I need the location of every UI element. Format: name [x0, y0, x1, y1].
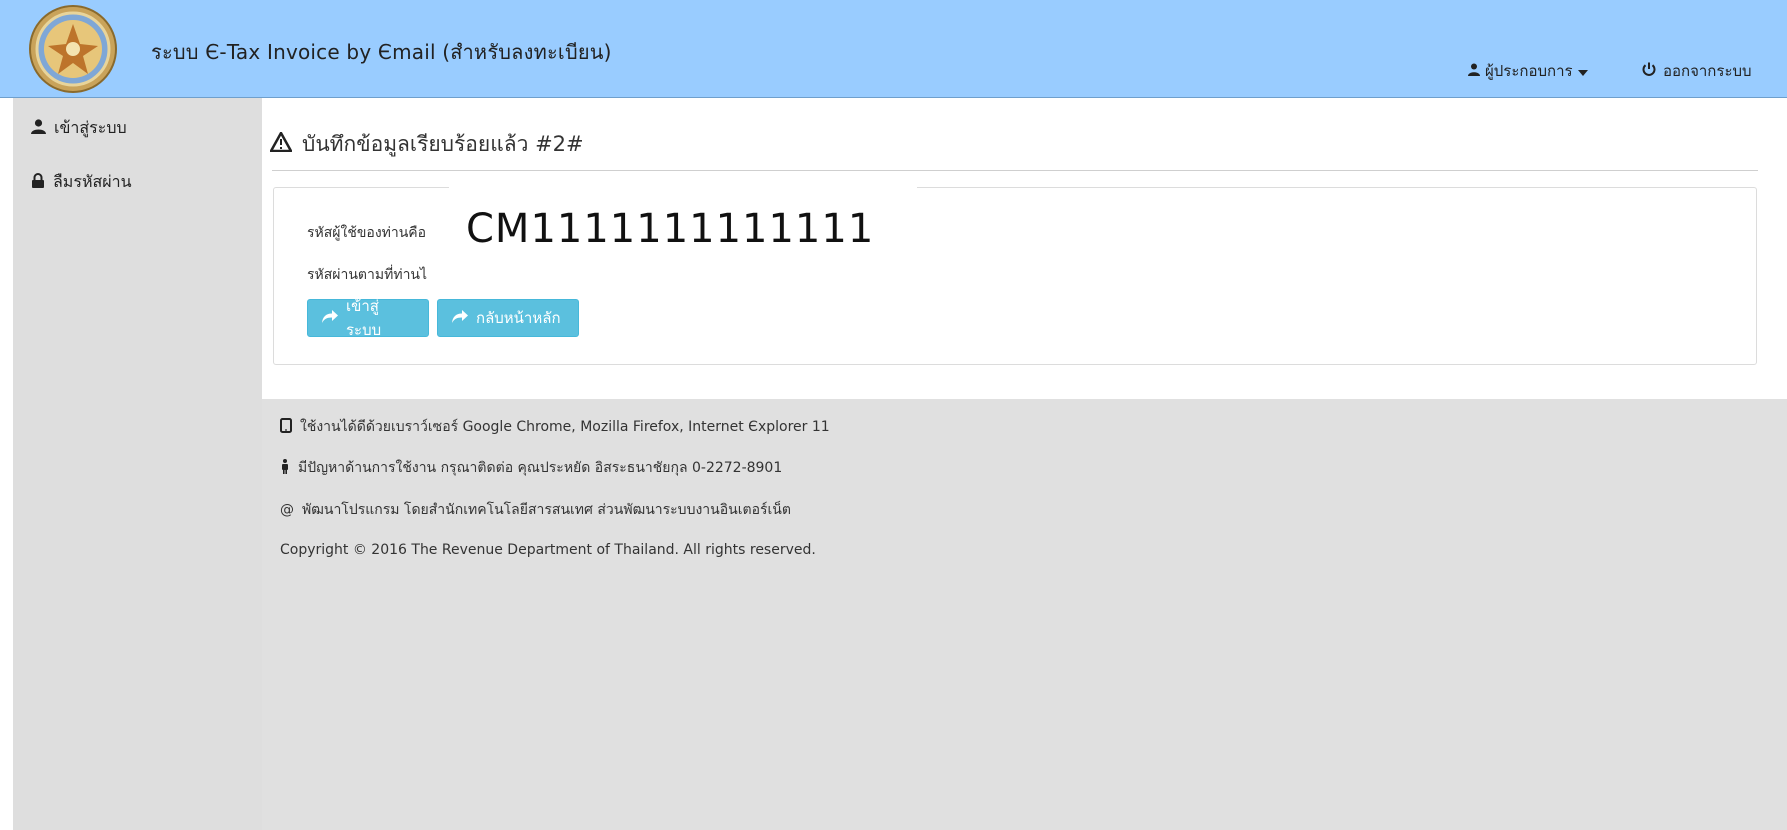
- user-menu-dropdown[interactable]: ผู้ประกอบการ: [1468, 59, 1588, 83]
- revenue-department-logo: [28, 4, 118, 94]
- top-navbar: ระบบ Є-Tax Invoice by Єmail (สำหรับลงทะเ…: [0, 0, 1787, 98]
- left-margin: [0, 98, 13, 830]
- copyright-text: Copyright © 2016 The Revenue Department …: [280, 542, 816, 558]
- home-button[interactable]: กลับหน้าหลัก: [437, 299, 579, 337]
- user-id-value: CM1111111111111: [466, 206, 875, 252]
- page-title: บันทึกข้อมูลเรียบร้อยแล้ว #2#: [269, 128, 584, 161]
- sidebar: เข้าสู่ระบบ ลืมรหัสผ่าน: [13, 98, 262, 830]
- warning-icon: [269, 131, 293, 157]
- sidebar-item-forgot-password[interactable]: ลืมรหัสผ่าน: [31, 170, 132, 195]
- sidebar-item-label: เข้าสู่ระบบ: [54, 118, 127, 137]
- panel-notch: [449, 186, 917, 190]
- copyright: Copyright © 2016 The Revenue Department …: [280, 542, 816, 558]
- power-icon: [1642, 62, 1656, 80]
- footer: ใช้งานได้ดีด้วยเบราว์เซอร์ Google Chrome…: [262, 399, 1787, 830]
- login-button-label: เข้าสู่ระบบ: [346, 297, 382, 339]
- browser-note: ใช้งานได้ดีด้วยเบราว์เซอร์ Google Chrome…: [280, 416, 830, 438]
- at-sign-icon: @: [280, 502, 294, 518]
- divider: [272, 170, 1758, 171]
- user-icon: [31, 119, 46, 138]
- share-arrow-icon: [322, 309, 338, 327]
- support-note-text: มีปัญหาด้านการใช้งาน กรุณาติดต่อ คุณประห…: [298, 460, 783, 476]
- caret-down-icon: [1577, 62, 1588, 80]
- page-title-text: บันทึกข้อมูลเรียบร้อยแล้ว #2#: [302, 132, 584, 156]
- share-arrow-icon: [452, 309, 468, 327]
- logout-label: ออกจากระบบ: [1663, 62, 1752, 80]
- user-icon: [1468, 62, 1480, 80]
- logout-button[interactable]: ออกจากระบบ: [1642, 59, 1752, 83]
- developer-note: @ พัฒนาโปรแกรม โดยสำนักเทคโนโลยีสารสนเทศ…: [280, 499, 791, 521]
- sidebar-item-label: ลืมรหัสผ่าน: [53, 172, 132, 191]
- user-id-label: รหัสผู้ใช้ของท่านคือ: [307, 225, 427, 241]
- lock-icon: [31, 173, 45, 192]
- tablet-icon: [280, 417, 292, 437]
- login-button[interactable]: เข้าสู่ระบบ: [307, 297, 429, 339]
- sidebar-item-login[interactable]: เข้าสู่ระบบ: [31, 116, 127, 141]
- result-panel: รหัสผู้ใช้ของท่านคือ CM1111111111111 รหั…: [273, 186, 1757, 365]
- browser-note-text: ใช้งานได้ดีด้วยเบราว์เซอร์ Google Chrome…: [300, 419, 830, 435]
- password-label: รหัสผ่านตามที่ท่านไ: [307, 267, 428, 283]
- home-button-label: กลับหน้าหลัก: [476, 309, 561, 327]
- developer-note-text: พัฒนาโปรแกรม โดยสำนักเทคโนโลยีสารสนเทศ ส…: [302, 502, 791, 518]
- user-menu-label: ผู้ประกอบการ: [1485, 62, 1573, 80]
- person-icon: [280, 458, 290, 478]
- main-content: บันทึกข้อมูลเรียบร้อยแล้ว #2# รหัสผู้ใช้…: [262, 98, 1787, 399]
- support-note: มีปัญหาด้านการใช้งาน กรุณาติดต่อ คุณประห…: [280, 457, 782, 479]
- app-title: ระบบ Є-Tax Invoice by Єmail (สำหรับลงทะเ…: [151, 40, 612, 64]
